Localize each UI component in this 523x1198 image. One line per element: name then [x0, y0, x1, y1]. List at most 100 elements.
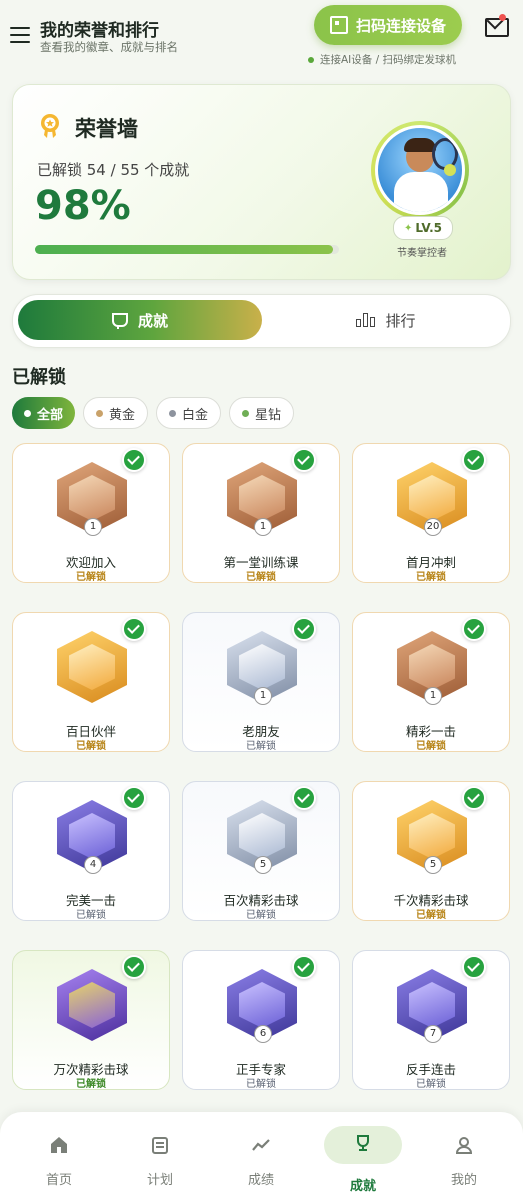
achievement-badge-icon: 6: [227, 969, 297, 1043]
achievement-badge-icon: [57, 969, 127, 1041]
bar-chart-icon: [356, 313, 376, 327]
badge-level-number: 5: [254, 856, 272, 874]
scan-connect-label: 扫码连接设备: [355, 16, 446, 35]
achievement-card[interactable]: 万次精彩击球 已解锁: [12, 950, 170, 1090]
filter-platinum[interactable]: 白金: [156, 397, 222, 429]
bottom-nav: 首页 计划 成绩 成就 我的: [0, 1112, 523, 1198]
avatar[interactable]: [371, 121, 469, 219]
filter-label: 黄金: [109, 407, 136, 423]
honor-wall-card: 荣誉墙 已解锁 54 / 55 个成就 98% ✦ LV.5 节奏掌控者: [12, 84, 511, 280]
sparkle-icon: ✦: [403, 222, 413, 234]
tab-achievements-label: 成就: [137, 311, 168, 330]
badge-level-number: 5: [424, 856, 442, 874]
achievement-status: 已解锁: [246, 910, 276, 921]
achievement-badge-icon: 5: [227, 800, 297, 874]
notification-dot: [499, 14, 506, 21]
achievement-card[interactable]: 6 正手专家 已解锁: [182, 950, 340, 1090]
badge-level-number: 1: [84, 518, 102, 536]
badge-level-number: 1: [424, 687, 442, 705]
achievement-card[interactable]: 1 第一堂训练课 已解锁: [182, 443, 340, 583]
page-title: 我的荣誉和排行: [40, 21, 159, 41]
connect-hint: 连接AI设备 / 扫码绑定发球机: [308, 52, 456, 67]
achievement-card[interactable]: 5 百次精彩击球 已解锁: [182, 781, 340, 921]
tab-achievements[interactable]: 成就: [18, 300, 262, 340]
achievement-status: 已解锁: [246, 1079, 276, 1090]
achievement-card[interactable]: 7 反手连击 已解锁: [352, 950, 510, 1090]
achievement-status: 已解锁: [416, 1079, 446, 1090]
achievement-badge-icon: 7: [397, 969, 467, 1043]
achievement-badge-icon: 1: [397, 631, 467, 705]
achievement-badge-icon: 1: [57, 462, 127, 536]
badge-level-number: 1: [254, 518, 272, 536]
top-bar: 我的荣誉和排行 查看我的徽章、成就与排名 扫码连接设备 连接AI设备 / 扫码绑…: [0, 0, 523, 78]
achievement-card[interactable]: 20 首月冲刺 已解锁: [352, 443, 510, 583]
achievement-status: 已解锁: [416, 741, 446, 752]
achievement-badge-icon: 5: [397, 800, 467, 874]
achievement-status: 已解锁: [416, 572, 446, 583]
achievement-card[interactable]: 1 老朋友 已解锁: [182, 612, 340, 752]
achievement-status: 已解锁: [76, 572, 106, 583]
achievement-badge-icon: [57, 631, 127, 703]
achievement-status: 已解锁: [246, 741, 276, 752]
achievement-card[interactable]: 4 完美一击 已解锁: [12, 781, 170, 921]
level-badge: ✦ LV.5: [393, 216, 453, 240]
nav-plan-label: 计划: [146, 1173, 173, 1188]
filter-dot-icon: [242, 409, 250, 417]
medal-icon: [41, 114, 59, 138]
achievement-status: 已解锁: [76, 741, 106, 752]
nav-results[interactable]: 成绩: [211, 1112, 311, 1198]
achievement-status: 已解锁: [416, 910, 446, 921]
trend-line-icon: [252, 1139, 270, 1151]
honor-wall-title: 荣誉墙: [75, 117, 138, 141]
tab-ranking[interactable]: 排行: [264, 300, 508, 340]
filter-chips: 全部 黄金 白金 星钻: [12, 397, 295, 429]
section-title: 已解锁: [12, 367, 66, 388]
nav-profile-label: 我的: [450, 1173, 477, 1188]
achievement-badge-icon: 1: [227, 462, 297, 536]
nav-home-label: 首页: [45, 1173, 72, 1188]
achievement-status: 已解锁: [76, 910, 106, 921]
scan-connect-button[interactable]: 扫码连接设备: [314, 5, 462, 45]
menu-icon[interactable]: [10, 27, 30, 43]
unlock-count: 已解锁 54 / 55 个成就: [37, 161, 190, 179]
filter-label: 星钻: [255, 407, 282, 423]
achievement-card[interactable]: 1 欢迎加入 已解锁: [12, 443, 170, 583]
nav-achievements-label: 成就: [349, 1179, 376, 1194]
avatar-image: [375, 125, 465, 215]
segment-tabs: 成就 排行: [12, 294, 511, 348]
achievement-badge-icon: 4: [57, 800, 127, 874]
unlock-progress-fill: [35, 245, 333, 254]
nav-results-label: 成绩: [247, 1173, 274, 1188]
user-icon: [455, 1137, 473, 1154]
badge-level-number: 20: [424, 518, 442, 536]
filter-dot-icon: [96, 409, 104, 417]
level-title: 节奏掌控者: [397, 248, 447, 259]
nav-profile[interactable]: 我的: [414, 1112, 514, 1198]
filter-diamond[interactable]: 星钻: [229, 397, 295, 429]
page-subtitle: 查看我的徽章、成就与排名: [40, 40, 178, 54]
badge-level-number: 1: [254, 687, 272, 705]
unlock-progress-bar: [35, 245, 339, 254]
filter-label: 白金: [182, 407, 209, 423]
filter-all[interactable]: 全部: [12, 397, 76, 429]
achievement-status: 已解锁: [76, 1079, 106, 1090]
clipboard-icon: [152, 1137, 168, 1154]
status-dot-icon: [308, 56, 314, 63]
filter-dot-icon: [169, 409, 177, 417]
badge-level-number: 6: [254, 1025, 272, 1043]
achievement-card[interactable]: 1 精彩一击 已解锁: [352, 612, 510, 752]
achievement-card[interactable]: 5 千次精彩击球 已解锁: [352, 781, 510, 921]
tab-ranking-label: 排行: [385, 311, 416, 330]
achievement-card[interactable]: 百日伙伴 已解锁: [12, 612, 170, 752]
nav-plan[interactable]: 计划: [110, 1112, 210, 1198]
trophy-icon: [357, 1135, 369, 1151]
filter-gold[interactable]: 黄金: [83, 397, 149, 429]
achievement-badge-icon: 1: [227, 631, 297, 705]
filter-label: 全部: [37, 407, 64, 423]
achievement-status: 已解锁: [246, 572, 276, 583]
nav-home[interactable]: 首页: [9, 1112, 109, 1198]
qr-scan-icon: [329, 16, 348, 34]
badge-level-number: 7: [424, 1025, 442, 1043]
nav-achievements[interactable]: 成就: [313, 1112, 413, 1198]
mail-icon[interactable]: [485, 18, 509, 37]
